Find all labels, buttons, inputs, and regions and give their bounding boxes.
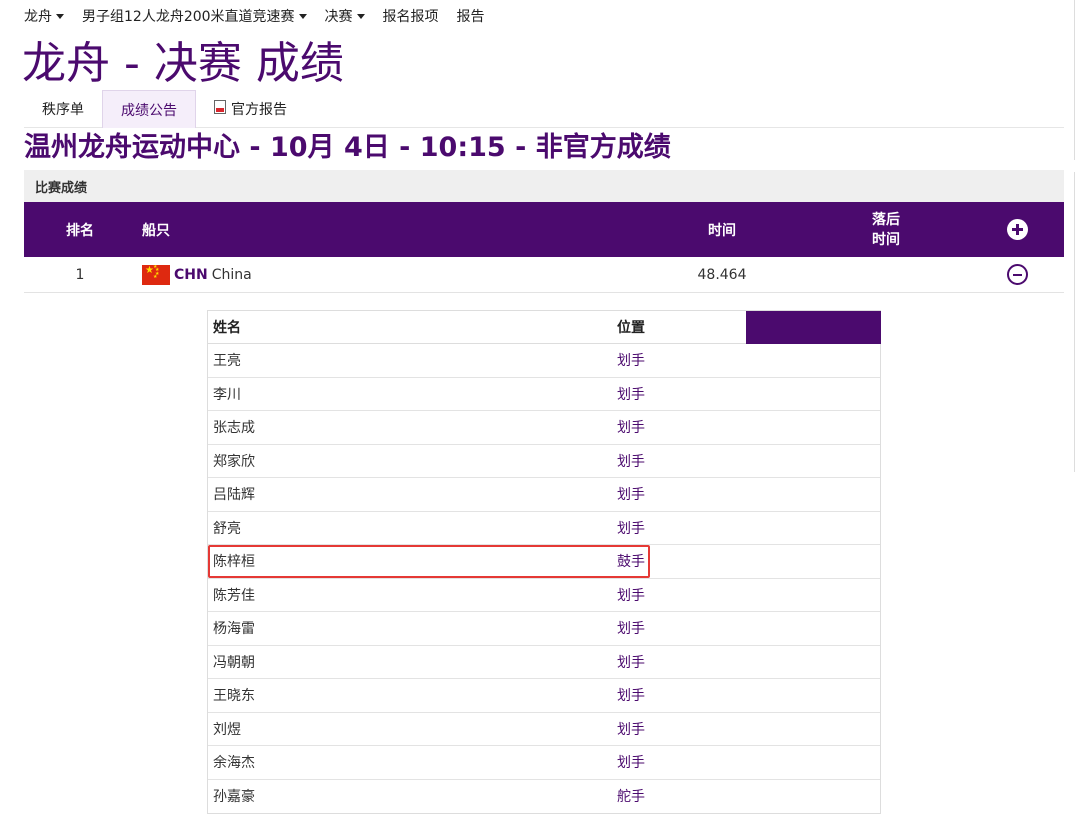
top-navigation: 龙舟 男子组12人龙舟200米直道竞速赛 决赛 报名报项 报告 bbox=[24, 4, 503, 28]
crew-member-position[interactable]: 划手 bbox=[617, 579, 645, 612]
crew-member-position[interactable]: 划手 bbox=[617, 344, 645, 377]
row-behind bbox=[872, 257, 932, 292]
nav-entries-link[interactable]: 报名报项 bbox=[383, 6, 439, 26]
page-title: 龙舟 - 决赛 成绩 bbox=[22, 38, 344, 89]
tab-start-list-label: 秩序单 bbox=[42, 102, 84, 118]
crew-header-name: 姓名 bbox=[213, 320, 241, 336]
tab-start-list[interactable]: 秩序单 bbox=[24, 90, 102, 128]
nav-phase-label: 决赛 bbox=[324, 9, 353, 25]
list-item: 陈梓桓 鼓手 bbox=[208, 545, 880, 579]
crew-member-position[interactable]: 鼓手 bbox=[617, 545, 645, 578]
table-row[interactable]: 1 ★ ★ ★ ★ ★ CHN China 48.464 bbox=[24, 257, 1064, 293]
list-item: 陈芳佳 划手 bbox=[208, 579, 880, 612]
crew-header-position: 位置 bbox=[617, 320, 645, 336]
tab-results-label: 成绩公告 bbox=[121, 102, 177, 119]
result-tabs: 秩序单 成绩公告 官方报告 bbox=[24, 90, 1064, 128]
list-item: 李川 划手 bbox=[208, 378, 880, 411]
list-item: 舒亮 划手 bbox=[208, 512, 880, 545]
header-time: 时间 bbox=[708, 222, 736, 239]
crew-member-name: 余海杰 bbox=[213, 755, 255, 772]
list-item: 冯朝朝 划手 bbox=[208, 646, 880, 679]
list-item: 王亮 划手 bbox=[208, 344, 880, 378]
header-behind-line2: 时间 bbox=[872, 231, 900, 248]
crew-rows: 王亮 划手 李川 划手 张志成 划手 郑家欣 划手 吕陆辉 划手 舒亮 划手 陈梓桓 鼓手 陈芳佳 划手 杨海雷… bbox=[208, 344, 880, 813]
list-item: 孙嘉豪 舵手 bbox=[208, 780, 880, 814]
crew-member-name: 杨海雷 bbox=[213, 621, 255, 638]
crew-member-position[interactable]: 划手 bbox=[617, 378, 645, 411]
crew-member-name: 王晓东 bbox=[213, 688, 255, 705]
chevron-down-icon bbox=[356, 13, 365, 19]
crew-member-name: 吕陆辉 bbox=[213, 487, 255, 504]
nav-entries-label: 报名报项 bbox=[382, 9, 439, 25]
crew-member-name: 孙嘉豪 bbox=[213, 789, 255, 806]
list-item: 吕陆辉 划手 bbox=[208, 478, 880, 512]
expand-all-cell bbox=[1002, 202, 1032, 257]
crew-member-name: 郑家欣 bbox=[213, 453, 255, 470]
crew-member-position[interactable]: 划手 bbox=[617, 411, 645, 444]
list-item: 王晓东 划手 bbox=[208, 679, 880, 713]
list-item: 余海杰 划手 bbox=[208, 746, 880, 780]
crew-member-name: 陈梓桓 bbox=[213, 554, 255, 571]
tab-official-report-label: 官方报告 bbox=[231, 102, 287, 118]
header-behind-line1: 落后 bbox=[872, 211, 900, 228]
row-noc-code: CHN bbox=[174, 266, 208, 283]
collapse-cell bbox=[1002, 257, 1032, 292]
pdf-document-icon bbox=[214, 100, 226, 114]
crew-table-header: 姓名 位置 bbox=[208, 311, 881, 344]
tab-official-report[interactable]: 官方报告 bbox=[196, 90, 305, 128]
crew-member-name: 张志成 bbox=[213, 420, 255, 437]
crew-member-position[interactable]: 划手 bbox=[617, 612, 645, 645]
nav-event-dropdown[interactable]: 男子组12人龙舟200米直道竞速赛 bbox=[82, 6, 307, 26]
highlight-box bbox=[208, 545, 650, 578]
row-country-name: China bbox=[211, 266, 252, 283]
plus-circle-icon[interactable] bbox=[1006, 219, 1028, 240]
crew-member-name: 王亮 bbox=[213, 353, 241, 370]
crew-table: 姓名 位置 王亮 划手 李川 划手 张志成 划手 郑家欣 划手 吕陆辉 划手 舒亮 划手 陈梓桓 鼓手 陈芳… bbox=[207, 310, 881, 814]
crew-member-name: 刘煜 bbox=[213, 721, 241, 738]
nav-reports-label: 报告 bbox=[456, 9, 485, 25]
nav-event-label: 男子组12人龙舟200米直道竞速赛 bbox=[82, 9, 295, 25]
crew-member-name: 冯朝朝 bbox=[213, 654, 255, 671]
results-table-header: 排名 船只 时间 落后 时间 bbox=[24, 202, 1064, 257]
list-item: 刘煜 划手 bbox=[208, 713, 880, 746]
crew-member-position[interactable]: 划手 bbox=[617, 713, 645, 746]
china-flag-icon: ★ ★ ★ ★ ★ bbox=[142, 264, 170, 285]
crew-member-position[interactable]: 舵手 bbox=[617, 780, 645, 814]
row-rank: 1 bbox=[75, 266, 85, 283]
crew-member-position[interactable]: 划手 bbox=[617, 445, 645, 478]
crew-member-position[interactable]: 划手 bbox=[617, 646, 645, 679]
crew-member-name: 李川 bbox=[213, 386, 241, 403]
nav-reports-link[interactable]: 报告 bbox=[457, 6, 485, 26]
row-boat: ★ ★ ★ ★ ★ CHN China bbox=[142, 257, 252, 292]
crew-member-position[interactable]: 划手 bbox=[617, 746, 645, 779]
row-time: 48.464 bbox=[697, 266, 747, 283]
nav-sport-label: 龙舟 bbox=[24, 9, 52, 25]
section-title: 比赛成绩 bbox=[24, 170, 1064, 202]
crew-member-name: 陈芳佳 bbox=[213, 587, 255, 604]
header-rank: 排名 bbox=[66, 222, 94, 239]
chevron-down-icon bbox=[56, 13, 64, 19]
header-boat: 船只 bbox=[142, 222, 170, 239]
list-item: 杨海雷 划手 bbox=[208, 612, 880, 646]
nav-phase-dropdown[interactable]: 决赛 bbox=[325, 6, 365, 26]
crew-member-position[interactable]: 划手 bbox=[617, 512, 645, 545]
crew-member-position[interactable]: 划手 bbox=[617, 478, 645, 511]
list-item: 张志成 划手 bbox=[208, 411, 880, 445]
tab-results[interactable]: 成绩公告 bbox=[102, 90, 196, 128]
chevron-down-icon bbox=[298, 13, 307, 19]
scrollbar-track[interactable] bbox=[1074, 0, 1075, 160]
crew-member-name: 舒亮 bbox=[213, 520, 241, 537]
header-accent-block bbox=[746, 311, 881, 344]
header-behind: 落后 时间 bbox=[872, 202, 932, 257]
list-item: 郑家欣 划手 bbox=[208, 445, 880, 478]
minus-circle-icon[interactable] bbox=[1006, 264, 1028, 285]
scrollbar-track[interactable] bbox=[1074, 172, 1075, 472]
venue-date-status-subtitle: 温州龙舟运动中心 - 10月 4日 - 10:15 - 非官方成绩 bbox=[24, 132, 671, 163]
nav-sport-dropdown[interactable]: 龙舟 bbox=[24, 6, 64, 26]
crew-member-position[interactable]: 划手 bbox=[617, 679, 645, 712]
